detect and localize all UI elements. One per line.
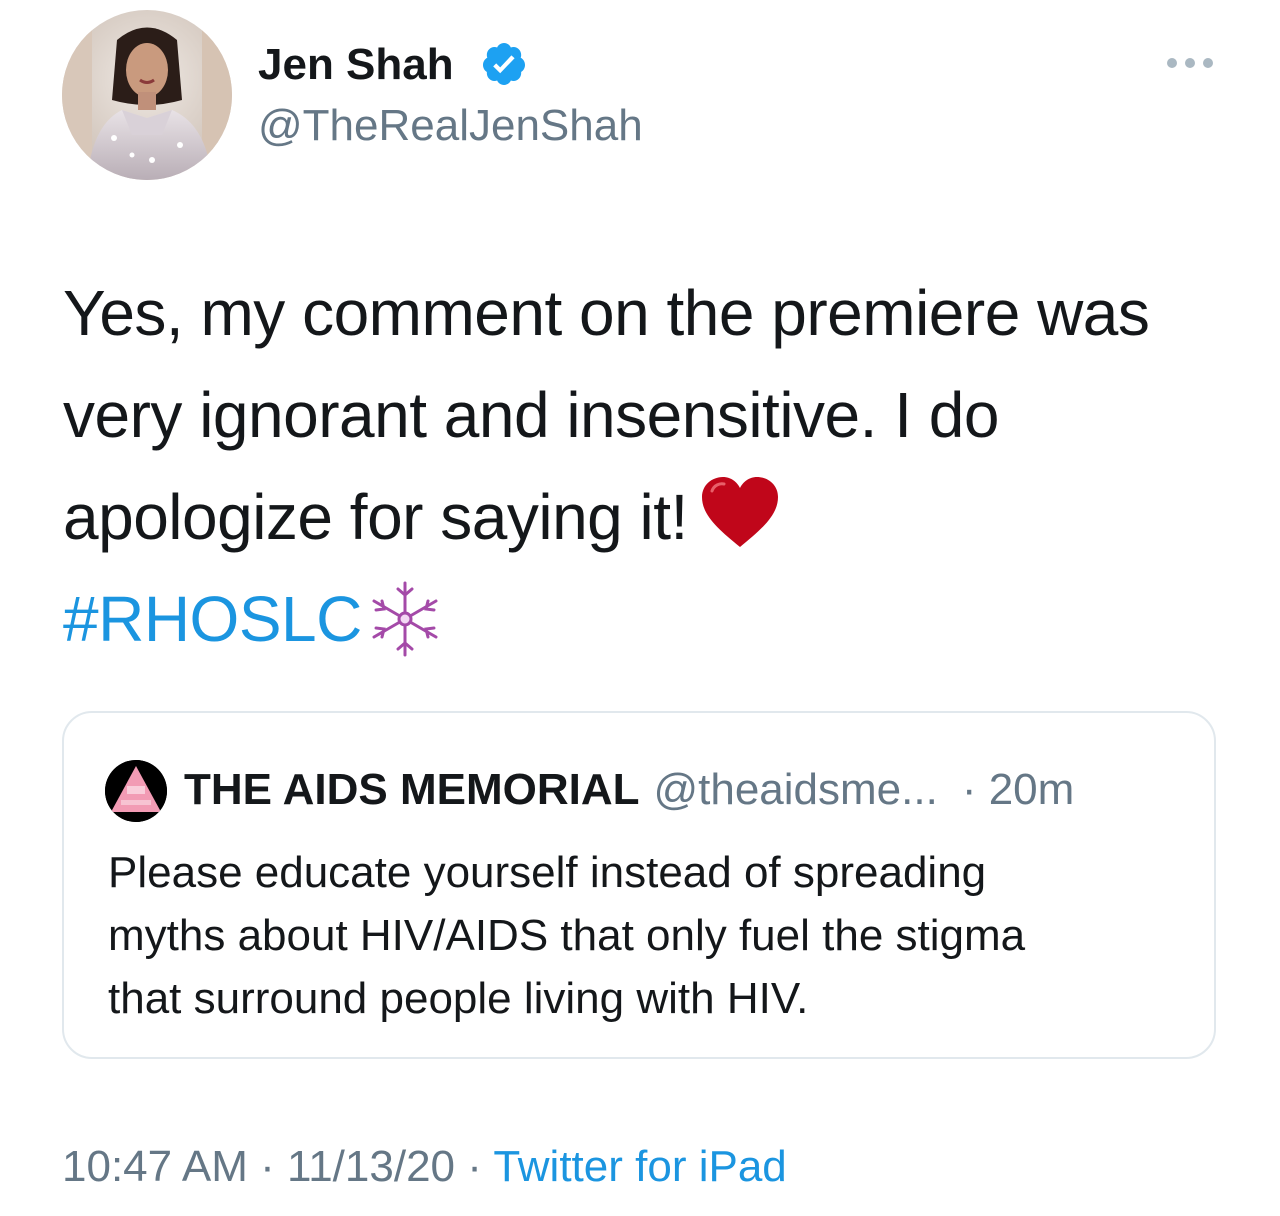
author-name[interactable]: Jen Shah: [258, 38, 454, 92]
tweet-text: Yes, my comment on the premiere was very…: [63, 262, 1243, 670]
quoted-tweet-card[interactable]: THE AIDS MEMORIAL @theaidsme... · 20m Plea…: [62, 711, 1216, 1059]
hashtag-line: #RHOSLC: [63, 568, 1243, 670]
tweet-text-segment: apologize for saying it!: [63, 481, 688, 553]
quoted-text-line: Please educate yourself instead of sprea…: [108, 848, 987, 897]
red-heart-icon: [701, 477, 778, 547]
profile-photo-icon: [62, 10, 232, 180]
verified-badge-icon: [482, 43, 525, 85]
tweet-text-line: very ignorant and insensitive. I do: [63, 379, 999, 451]
tweet-source-link[interactable]: Twitter for iPad: [493, 1142, 786, 1191]
snowflake-icon: [372, 581, 438, 657]
quoted-author-name: THE AIDS MEMORIAL: [184, 765, 640, 814]
tweet-detail: Jen Shah @TheRealJenShah Yes, my comment…: [0, 0, 1280, 1216]
tweet-text-line: apologize for saying it!: [63, 466, 1243, 568]
quoted-header: THE AIDS MEMORIAL @theaidsme... · 20m: [184, 761, 1074, 819]
quoted-text-line: that surround people living with HIV.: [108, 974, 809, 1023]
tweet-text-line: Yes, my comment on the premiere was: [63, 277, 1150, 349]
hashtag-link[interactable]: #RHOSLC: [63, 583, 362, 655]
quoted-timestamp: · 20m: [961, 765, 1075, 814]
quoted-avatar[interactable]: [105, 760, 167, 822]
quoted-text-line: myths about HIV/AIDS that only fuel the …: [108, 911, 1026, 960]
tweet-metadata: 10:47 AM · 11/13/20 · Twitter for iPad: [62, 1138, 787, 1196]
quoted-text: Please educate yourself instead of sprea…: [108, 841, 1198, 1030]
author-handle[interactable]: @TheRealJenShah: [258, 99, 643, 153]
quoted-author-handle: @theaidsme...: [653, 765, 938, 814]
author-avatar[interactable]: [62, 10, 232, 180]
more-options-icon[interactable]: [1160, 48, 1220, 78]
tweet-timestamp: 10:47 AM · 11/13/20 ·: [62, 1142, 494, 1191]
aids-memorial-logo-icon: [105, 760, 167, 822]
